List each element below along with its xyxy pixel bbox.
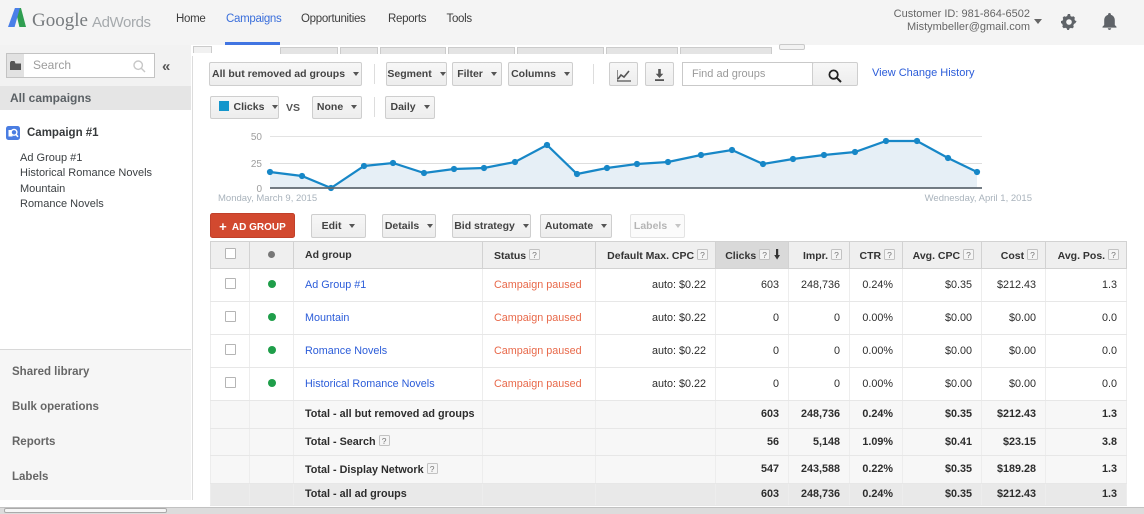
svg-text:25: 25 [251,159,263,170]
svg-text:50: 50 [251,132,263,143]
svg-text:Wednesday, April 1, 2015: Wednesday, April 1, 2015 [925,193,1032,204]
svg-text:Monday, March 9, 2015: Monday, March 9, 2015 [218,193,317,204]
